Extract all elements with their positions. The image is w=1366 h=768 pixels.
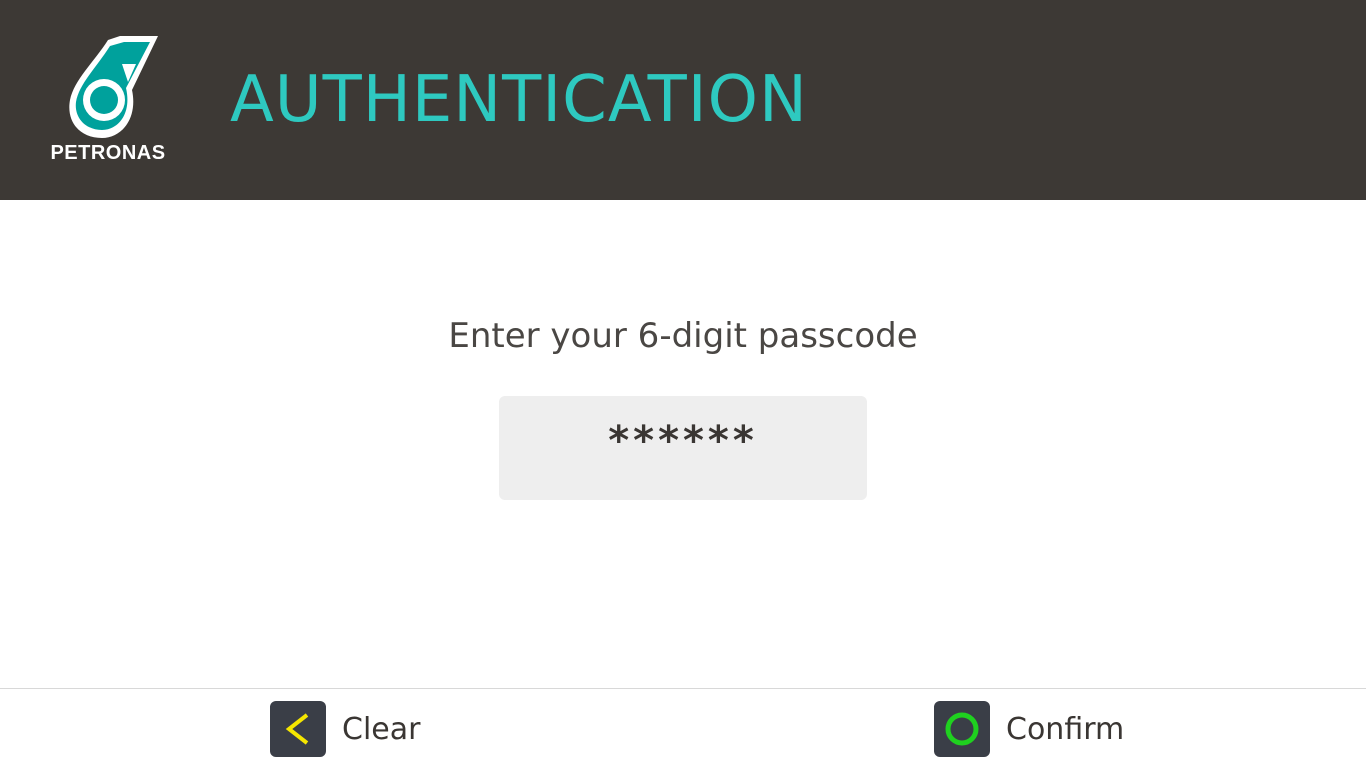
page-title: AUTHENTICATION (230, 63, 808, 137)
confirm-button[interactable]: Confirm (934, 701, 1124, 757)
confirm-key (934, 701, 990, 757)
chevron-left-icon (285, 713, 309, 745)
confirm-label: Confirm (1006, 711, 1125, 747)
footer-bar: Clear Confirm (0, 688, 1366, 768)
passcode-field[interactable]: ****** (499, 396, 867, 500)
header-bar: PETRONAS AUTHENTICATION (0, 0, 1366, 200)
clear-key (270, 701, 326, 757)
petronas-logo-icon (69, 36, 158, 138)
passcode-value: ****** (608, 418, 758, 464)
logo-text: PETRONAS (50, 142, 166, 164)
passcode-prompt: Enter your 6-digit passcode (448, 316, 918, 356)
clear-label: Clear (342, 711, 421, 747)
clear-button[interactable]: Clear (270, 701, 420, 757)
petronas-logo: PETRONAS (40, 30, 176, 170)
circle-icon (945, 712, 979, 746)
